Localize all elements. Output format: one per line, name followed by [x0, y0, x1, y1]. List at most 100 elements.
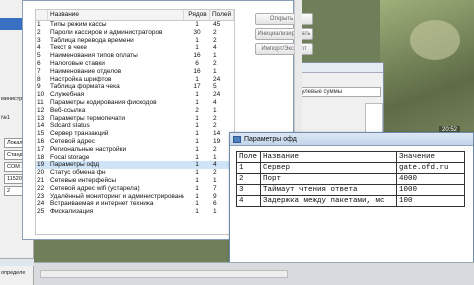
table-row[interactable]: 7 Наименование отделов 16 1: [36, 68, 234, 76]
table-row[interactable]: 15 Сервер транзакций 1 14: [36, 130, 234, 138]
table-row[interactable]: 12 Веб-ссылка 2 1: [36, 107, 234, 115]
table-row[interactable]: 21 Сетевые интерфейсы 1 1: [36, 177, 234, 185]
ofd-cell-name: Задержка между пакетами, мс: [260, 195, 397, 207]
selected-item[interactable]: [0, 18, 22, 30]
cell-num: 10: [37, 91, 45, 99]
cell-num: 14: [37, 122, 45, 130]
cell-num: 9: [37, 83, 41, 91]
cell-name: Наименование отделов: [50, 67, 122, 75]
ofd-cell-field: 3: [236, 184, 261, 196]
ofd-row[interactable]: 2 Порт 4000: [236, 173, 465, 185]
cell-rows: 1: [195, 176, 199, 184]
cell-rows: 1: [195, 153, 199, 161]
cell-rows: 1: [195, 137, 199, 145]
ofd-row[interactable]: 4 Задержка между пакетами, мс 100: [236, 195, 465, 207]
ofd-cell-value[interactable]: gate.ofd.ru: [396, 162, 465, 174]
bottom-header: [0, 258, 34, 266]
open-button[interactable]: Открыть...: [255, 13, 313, 25]
cell-fields: 5: [213, 83, 217, 91]
table-row[interactable]: 25 Фискализация 1 1: [36, 208, 234, 216]
table-row[interactable]: 8 Настройка шрифтов 1 24: [36, 76, 234, 84]
table-row[interactable]: 18 Focal storage 1 1: [36, 154, 234, 162]
table-row[interactable]: 19 Параметры офд 1 4: [36, 161, 234, 170]
ofd-cell-value[interactable]: 1000: [396, 184, 465, 196]
cell-name: Удалённый мониторинг и администрирование: [50, 192, 184, 200]
bottom-label: определе: [1, 270, 26, 276]
cell-rows: 1: [195, 91, 199, 99]
cell-name: Focal storage: [50, 153, 90, 161]
table-row[interactable]: 2 Пароли кассиров и администраторов 30 2: [36, 29, 234, 37]
table-row[interactable]: 13 Параметры термопечати 1 2: [36, 115, 234, 123]
cell-num: 17: [37, 145, 45, 153]
table-row[interactable]: 6 Налоговые ставки 6 2: [36, 60, 234, 68]
ofd-row[interactable]: 1 Сервер gate.ofd.ru: [236, 162, 465, 174]
ofd-cell-value[interactable]: 100: [396, 195, 465, 207]
col-rows[interactable]: Рядов: [184, 10, 210, 20]
cell-name: Сервер транзакций: [50, 130, 109, 138]
table-row[interactable]: 20 Статус обмена фн 1 2: [36, 169, 234, 177]
table-row[interactable]: 11 Параметры кодирования фискодов 1 4: [36, 99, 234, 107]
ofd-cell-name: Сервер: [260, 162, 397, 174]
cell-fields: 24: [213, 75, 221, 83]
table-row[interactable]: 24 Встраиваемая и интернет техника 1 6: [36, 200, 234, 208]
cell-name: Настройка шрифтов: [50, 75, 112, 83]
cell-num: 4: [37, 44, 41, 52]
table-row[interactable]: 14 Sdcard status 1 2: [36, 122, 234, 130]
table-row[interactable]: 1 Типы режим кассы 1 45: [36, 21, 234, 29]
cell-rows: 1: [195, 208, 199, 216]
col-num[interactable]: [36, 10, 48, 20]
table-row[interactable]: 22 Сетевой адрес wifi (устарела) 1 7: [36, 185, 234, 193]
table-row[interactable]: 10 Служебная 1 24: [36, 91, 234, 99]
cell-fields: 2: [213, 28, 217, 36]
ofd-titlebar[interactable]: Параметры офд: [230, 133, 473, 146]
cell-num: 1: [37, 21, 41, 28]
table-row[interactable]: 9 Таблица формата чека 17 5: [36, 83, 234, 91]
ofd-cell-value[interactable]: 4000: [396, 173, 465, 185]
import-export-button[interactable]: Импорт/Экспорт: [255, 43, 313, 55]
cell-num: 18: [37, 153, 45, 161]
cell-rows: 1: [195, 75, 199, 83]
cell-num: 2: [37, 28, 41, 36]
table-row[interactable]: 23 Удалённый мониторинг и администрирован…: [36, 193, 234, 201]
ofd-cell-name: Порт: [260, 173, 397, 185]
cell-rows: 16: [193, 67, 201, 75]
horizontal-scrollbar[interactable]: [40, 270, 288, 278]
cell-name: Налоговые ставки: [50, 59, 105, 67]
ofd-row[interactable]: 3 Таймаут чтения ответа 1000: [236, 184, 465, 196]
table-row[interactable]: 5 Наименования типов оплаты 16 1: [36, 52, 234, 60]
table-row[interactable]: 16 Сетевой адрес 1 19: [36, 138, 234, 146]
cell-num: 24: [37, 200, 45, 208]
cell-num: 11: [37, 98, 44, 106]
initialize-button[interactable]: Инициализировать: [255, 28, 313, 40]
cell-fields: 45: [213, 21, 221, 28]
cell-rows: 1: [195, 114, 199, 122]
cell-num: 3: [37, 36, 41, 44]
table-row[interactable]: 4 Текст в чеке 1 4: [36, 44, 234, 52]
cell-name: Текст в чеке: [50, 44, 87, 52]
tables-grid: Название Рядов Полей 1 Типы режим кассы 1 4…: [35, 9, 235, 235]
cell-name: Таблица перевода времени: [50, 36, 134, 44]
cell-name: Сетевые интерфейсы: [50, 176, 117, 184]
cell-num: 19: [37, 161, 45, 169]
cell-rows: 2: [195, 106, 199, 114]
grid-header: Название Рядов Полей: [36, 10, 234, 21]
ofd-col-name: Название: [260, 151, 397, 163]
cell-num: 12: [37, 106, 45, 114]
ofd-table: Поле Название Значение 1 Сервер gate.ofd…: [236, 151, 465, 207]
table-row[interactable]: 3 Таблица перевода времени 1 2: [36, 37, 234, 45]
col-name[interactable]: Название: [48, 10, 184, 20]
ofd-header-row: Поле Название Значение: [236, 151, 465, 163]
cell-fields: 1: [213, 67, 217, 75]
cell-rows: 30: [193, 28, 201, 36]
cell-rows: 1: [195, 145, 199, 153]
cell-rows: 1: [195, 192, 199, 200]
zero-sums-field[interactable]: нулевые суммы: [295, 87, 381, 97]
col-fields[interactable]: Полей: [210, 10, 234, 20]
ofd-title: Параметры офд: [244, 136, 297, 143]
cell-rows: 16: [193, 52, 201, 60]
cell-num: 8: [37, 75, 41, 83]
cell-rows: 1: [195, 200, 199, 208]
cell-name: Параметры термопечати: [50, 114, 126, 122]
cell-fields: 2: [213, 59, 217, 67]
table-row[interactable]: 17 Региональные настройки 1 2: [36, 146, 234, 154]
